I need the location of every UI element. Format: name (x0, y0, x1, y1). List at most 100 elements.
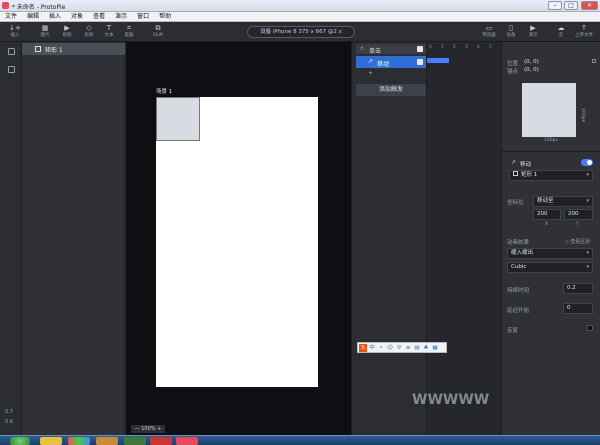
window-title: * 未命名 - ProtoPie (12, 4, 66, 11)
layers-panel (22, 42, 125, 435)
rectangle-layer[interactable] (156, 97, 200, 141)
response-row[interactable]: ↗ 移动 (356, 56, 426, 68)
text-icon: T (106, 24, 112, 32)
status-build: 0.6 (5, 419, 13, 425)
delay-label: 延迟开始 (507, 308, 530, 314)
taskbar-app-paint[interactable] (96, 437, 118, 445)
component-tool[interactable]: ⧉ Shift (147, 24, 169, 40)
layer-row[interactable]: 矩形 1 (22, 43, 125, 55)
menu-view[interactable]: 查看 (88, 12, 110, 21)
punctuation-icon[interactable]: • (377, 344, 385, 352)
delay-input[interactable]: 0 (563, 303, 593, 314)
watermark: WWWWW (412, 392, 490, 408)
trigger-checkbox[interactable] (417, 46, 423, 52)
minimize-button[interactable]: – (548, 1, 562, 10)
trigger-label: 单击 (369, 48, 382, 55)
rectangle-icon (513, 171, 518, 176)
skin-icon[interactable]: ♣ (422, 344, 430, 352)
menu-present[interactable]: 演示 (110, 12, 132, 21)
preview-icon: ▭ (485, 24, 493, 32)
menu-file[interactable]: 文件 (0, 12, 22, 21)
app-icon (2, 2, 9, 9)
sogou-icon[interactable]: S (359, 344, 367, 352)
reverse-label: 反复 (507, 328, 519, 334)
device-selector[interactable]: 设备 iPhone 8 375 x 667 @2 x (247, 26, 355, 38)
add-trigger-button[interactable]: 添加触发 (356, 84, 426, 96)
image-icon: ▦ (41, 24, 49, 32)
x-input[interactable]: 200 (533, 209, 561, 220)
interactions-panel (351, 42, 426, 435)
duration-input[interactable]: 0.2 (563, 283, 593, 294)
menu-help[interactable]: 帮助 (154, 12, 176, 21)
toolbox-icon[interactable]: ▤ (413, 344, 421, 352)
container-tool[interactable]: ⌗ 容器 (118, 24, 140, 40)
maximize-button[interactable]: □ (564, 1, 578, 10)
move-icon: ↗ (368, 58, 374, 65)
chinese-mode-icon[interactable]: 中 (368, 344, 376, 352)
video-icon: ▶ (64, 24, 70, 32)
curve-select[interactable]: Cubic (507, 262, 593, 273)
video-tool[interactable]: ▶ 视频 (56, 24, 78, 40)
container-icon: ⌗ (127, 24, 131, 32)
zoom-control[interactable]: — 100% + (131, 425, 165, 433)
rectangle-icon (35, 46, 41, 52)
timeline-panel: 0 1 2 3 4 5 (426, 42, 501, 435)
layers-icon[interactable] (8, 48, 15, 55)
taskbar (0, 435, 600, 445)
taskbar-app-office[interactable] (150, 437, 172, 445)
menu-edit[interactable]: 编辑 (22, 12, 44, 21)
reverse-checkbox[interactable] (587, 325, 593, 331)
shape-icon: ◇ (86, 24, 92, 32)
menu-insert[interactable]: 插入 (44, 12, 66, 21)
trigger-row[interactable]: ☝ 单击 (356, 44, 426, 55)
position-label: 位置 (507, 61, 519, 67)
taskbar-app-media[interactable] (124, 437, 146, 445)
preview-tool[interactable]: ▭ 预览器 (478, 24, 500, 40)
assets-icon[interactable] (8, 66, 15, 73)
anchor-value: (0, 0) (524, 67, 539, 73)
y-caption: Y (576, 222, 579, 227)
start-button[interactable] (10, 437, 30, 445)
play-icon: ▶ (530, 24, 536, 32)
cloud-tool[interactable]: ☁ 云 (550, 24, 572, 40)
expand-icon[interactable] (592, 59, 596, 63)
easing-select[interactable]: 缓入缓出 (507, 248, 593, 259)
insert-icon: ↓+ (9, 24, 21, 32)
taskbar-app-protopie[interactable] (176, 437, 198, 445)
image-tool[interactable]: ▦ 图片 (34, 24, 56, 40)
coord-mode-select[interactable]: 移动至 (533, 196, 593, 207)
ime-toolbar: S 中 • ☺ ⚲ ≡ ▤ ♣ ▦ (357, 342, 447, 353)
emoji-icon[interactable]: ☺ (386, 344, 394, 352)
y-input[interactable]: 200 (564, 209, 593, 220)
response-toggle[interactable] (581, 159, 593, 166)
voice-icon[interactable]: ⚲ (395, 344, 403, 352)
response-duration-bar[interactable] (427, 58, 449, 63)
taskbar-app-browser[interactable] (68, 437, 90, 445)
menu-grid-icon[interactable]: ▦ (431, 344, 439, 352)
insert-tool[interactable]: ↓+ 插入 (4, 24, 26, 40)
present-tool[interactable]: ▶ 演示 (522, 24, 544, 40)
menu-window[interactable]: 窗口 (132, 12, 154, 21)
response-checkbox[interactable] (417, 59, 423, 65)
text-tool[interactable]: T 文本 (98, 24, 120, 40)
shape-tool[interactable]: ◇ 形状 (78, 24, 100, 40)
target-select[interactable]: 矩形 1 (509, 170, 593, 181)
easing-compare-link[interactable]: ◇ 查看区别 (565, 238, 590, 245)
close-button[interactable]: ✕ (581, 1, 598, 10)
keyboard-icon[interactable]: ≡ (404, 344, 412, 352)
height-label: 100px (580, 108, 585, 123)
status-version: 0.7 (5, 409, 13, 415)
upload-icon: ↑ (581, 24, 587, 32)
response-title: 移动 (520, 162, 532, 168)
width-label: 100px (544, 138, 559, 143)
duration-label: 持续时间 (507, 288, 530, 294)
cloud-icon: ☁ (557, 24, 565, 32)
upload-tool[interactable]: ↑ 上传文件 (573, 24, 595, 40)
left-strip: 0.7 0.6 (0, 42, 22, 445)
device-tool[interactable]: ▯ 设备 (500, 24, 522, 40)
menu-bar: 文件 编辑 插入 对象 查看 演示 窗口 帮助 (0, 12, 600, 22)
position-value: (0, 0) (524, 59, 539, 65)
menu-object[interactable]: 对象 (66, 12, 88, 21)
taskbar-app-files[interactable] (40, 437, 62, 445)
add-response-button[interactable]: + (368, 70, 373, 77)
